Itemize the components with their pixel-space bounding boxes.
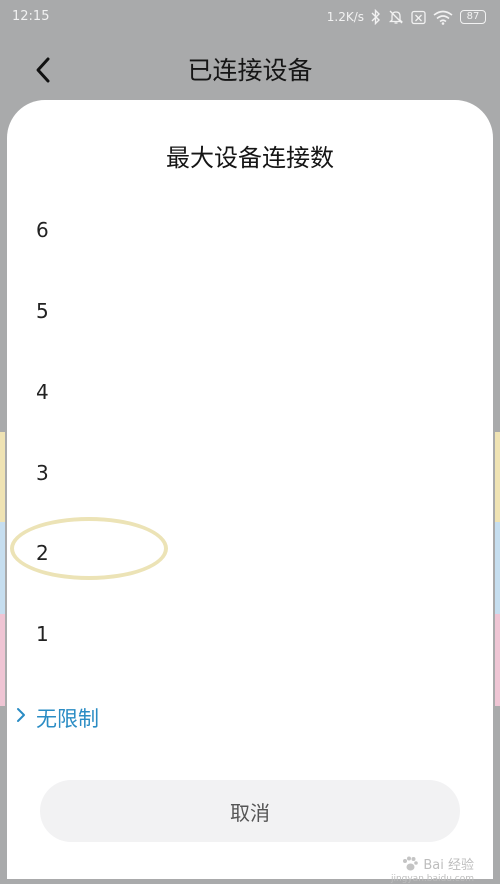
wifi-icon [433,10,453,25]
option-label: 3 [36,461,49,485]
nav-bar: 已连接设备 [0,34,500,104]
option-label: 无限制 [36,707,99,731]
watermark-text: Bai 经验 [423,858,474,873]
chevron-right-icon [17,708,25,722]
option-5[interactable]: 5 [7,271,493,351]
decorative-strip [0,614,5,706]
status-time: 12:15 [12,9,50,24]
sim-off-icon [411,10,426,24]
decorative-strip [495,614,500,706]
decorative-strip [0,432,5,522]
status-bar: 12:15 1.2K/s 87 [0,0,500,34]
option-1[interactable]: 1 [7,594,493,674]
mute-icon [388,10,404,24]
cancel-button[interactable]: 取消 [40,780,460,842]
option-label: 4 [36,380,49,404]
option-label: 1 [36,622,49,646]
bluetooth-icon [371,9,380,25]
page-title: 已连接设备 [187,56,313,85]
battery-icon: 87 [460,10,486,24]
status-icons: 1.2K/s 87 [327,6,486,28]
option-label: 6 [36,218,49,242]
watermark: Bai 经验 jingyan.baidu.com [391,854,474,884]
option-3[interactable]: 3 [7,433,493,513]
bottom-sheet: 最大设备连接数 6 5 4 3 2 1 无限制 取消 [7,100,493,879]
option-label: 5 [36,299,49,323]
paw-icon [403,856,419,870]
option-6[interactable]: 6 [7,190,493,270]
highlight-ring [10,517,168,580]
network-speed: 1.2K/s [326,10,364,24]
option-4[interactable]: 4 [7,352,493,432]
sheet-title: 最大设备连接数 [166,144,334,172]
watermark-subtext: jingyan.baidu.com [390,874,474,884]
decorative-strip [495,522,500,614]
option-unlimited[interactable]: 无限制 [7,675,493,755]
decorative-strip [495,432,500,522]
decorative-strip [0,522,5,614]
